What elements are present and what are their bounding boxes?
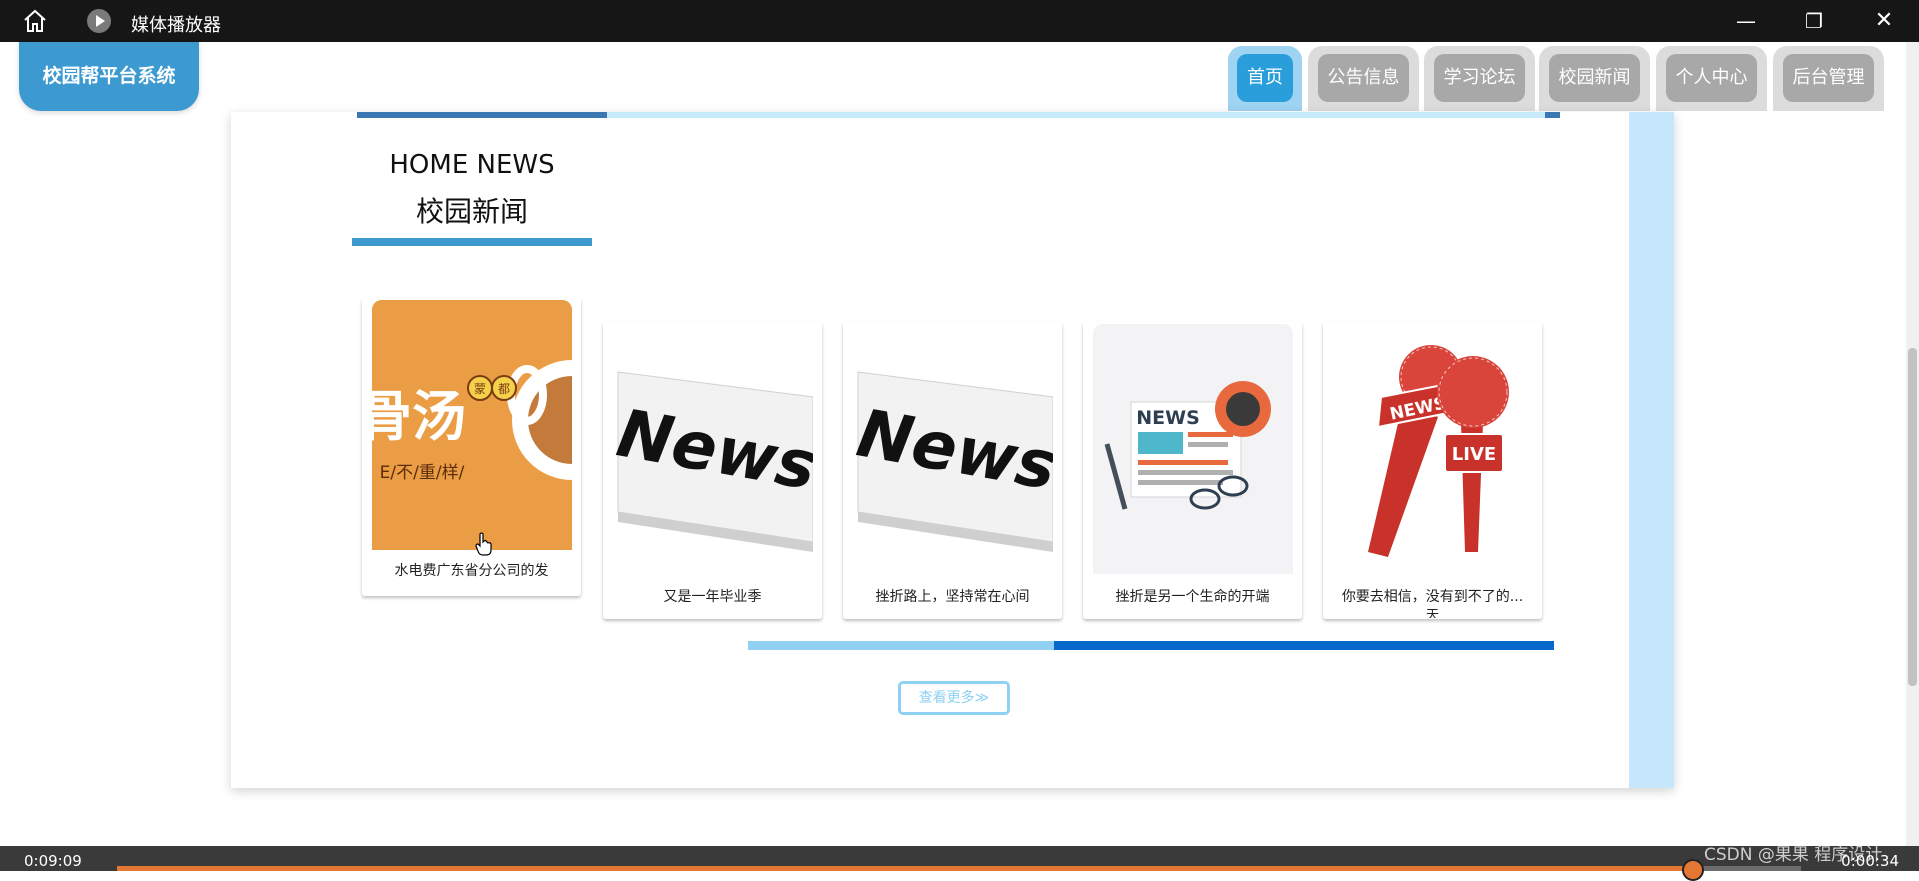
nav-tab-label: 公告信息	[1318, 54, 1409, 102]
nav-tab-admin[interactable]: 后台管理	[1773, 46, 1884, 111]
playback-progress[interactable]	[117, 866, 1691, 871]
newspaper-image: News	[613, 371, 813, 552]
nav-tab-label: 校园新闻	[1549, 54, 1640, 102]
poster-badge-1: 蒙	[474, 382, 486, 396]
nav-tab-campus-news[interactable]: 校园新闻	[1539, 46, 1650, 111]
news-caption-overflow: 天	[1425, 608, 1439, 618]
news-microphones-image: NEWS LIVE	[1368, 345, 1509, 557]
nav-tab-label: 后台管理	[1783, 54, 1874, 102]
panel-side-stripe	[1629, 112, 1674, 788]
panel-top-bar	[607, 112, 1545, 118]
news-card[interactable]: 蒙 都 骨汤 E/不/重/样/ 水电费广东省分公司的发	[362, 298, 581, 596]
view-more-button[interactable]: 查看更多≫	[898, 681, 1010, 715]
section-title-en: HOME NEWS	[389, 150, 555, 180]
news-card[interactable]: News 又是一年毕业季	[603, 322, 822, 619]
close-button[interactable]: ✕	[1860, 6, 1908, 36]
news-thumbnail: News	[853, 322, 1053, 572]
section-title-zh: 校园新闻	[415, 195, 528, 228]
news-card[interactable]: NEWS 挫折是另一个生命的开端	[1083, 322, 1302, 619]
mic-live-text: LIVE	[1452, 444, 1496, 465]
news-card[interactable]: News 挫折路上，坚持常在心间	[843, 322, 1062, 619]
playback-seek-handle[interactable]	[1682, 859, 1704, 881]
news-desk-image: NEWS	[1093, 324, 1293, 574]
nav-tab-home[interactable]: 首页	[1228, 46, 1302, 111]
poster-text: 骨汤	[372, 385, 466, 448]
site-logo[interactable]: 校园帮平台系统	[19, 42, 199, 111]
news-thumbnail: NEWS LIVE	[1333, 322, 1533, 572]
home-icon[interactable]	[22, 9, 48, 33]
news-caption: 又是一年毕业季	[663, 589, 762, 605]
panel-top-accent	[357, 112, 607, 118]
window-title-bar: 媒体播放器 — ❐ ✕	[0, 0, 1919, 42]
poster-badge-2: 都	[498, 382, 510, 396]
elapsed-time: 0:09:09	[24, 852, 82, 870]
page-scrollbar-thumb[interactable]	[1908, 348, 1917, 686]
nav-tab-forum[interactable]: 学习论坛	[1424, 46, 1535, 111]
maximize-button[interactable]: ❐	[1790, 6, 1838, 36]
poster-subtext: E/不/重/样/	[380, 463, 465, 483]
nav-tab-label: 个人中心	[1666, 54, 1757, 102]
nav-tab-personal-center[interactable]: 个人中心	[1656, 46, 1767, 111]
watermark: CSDN @果果 程序设计	[1704, 845, 1883, 865]
minimize-button[interactable]: —	[1722, 6, 1770, 36]
window-title: 媒体播放器	[131, 15, 221, 36]
hand-cursor-icon	[475, 532, 492, 556]
bone-soup-poster-image: 蒙 都 骨汤 E/不/重/样/	[372, 300, 572, 550]
playback-remaining[interactable]	[1691, 866, 1801, 871]
media-player-icon	[87, 9, 111, 33]
news-thumbnail: News	[613, 322, 813, 572]
nav-tab-notices[interactable]: 公告信息	[1308, 46, 1419, 111]
news-caption: 挫折路上，坚持常在心间	[875, 589, 1030, 605]
desk-news-text: NEWS	[1136, 407, 1200, 429]
slider-progress-track[interactable]	[748, 641, 1054, 650]
nav-tab-label: 首页	[1237, 54, 1293, 102]
news-thumbnail: 蒙 都 骨汤 E/不/重/样/	[372, 300, 572, 550]
nav-tab-label: 学习论坛	[1434, 54, 1525, 102]
slider-progress-indicator[interactable]	[1054, 641, 1554, 650]
section-underline	[352, 238, 592, 246]
news-caption: 挫折是另一个生命的开端	[1115, 589, 1270, 605]
news-thumbnail: NEWS	[1093, 324, 1293, 574]
player-control-bar: 0:09:09 0:00:34	[0, 846, 1919, 881]
news-card[interactable]: NEWS LIVE 你要去相信，没有到不了的... 天	[1323, 322, 1542, 619]
panel-top-accent-end	[1545, 112, 1560, 118]
newspaper-image: News	[853, 371, 1053, 552]
news-caption: 水电费广东省分公司的发	[394, 563, 549, 579]
news-caption: 你要去相信，没有到不了的...	[1341, 589, 1524, 605]
